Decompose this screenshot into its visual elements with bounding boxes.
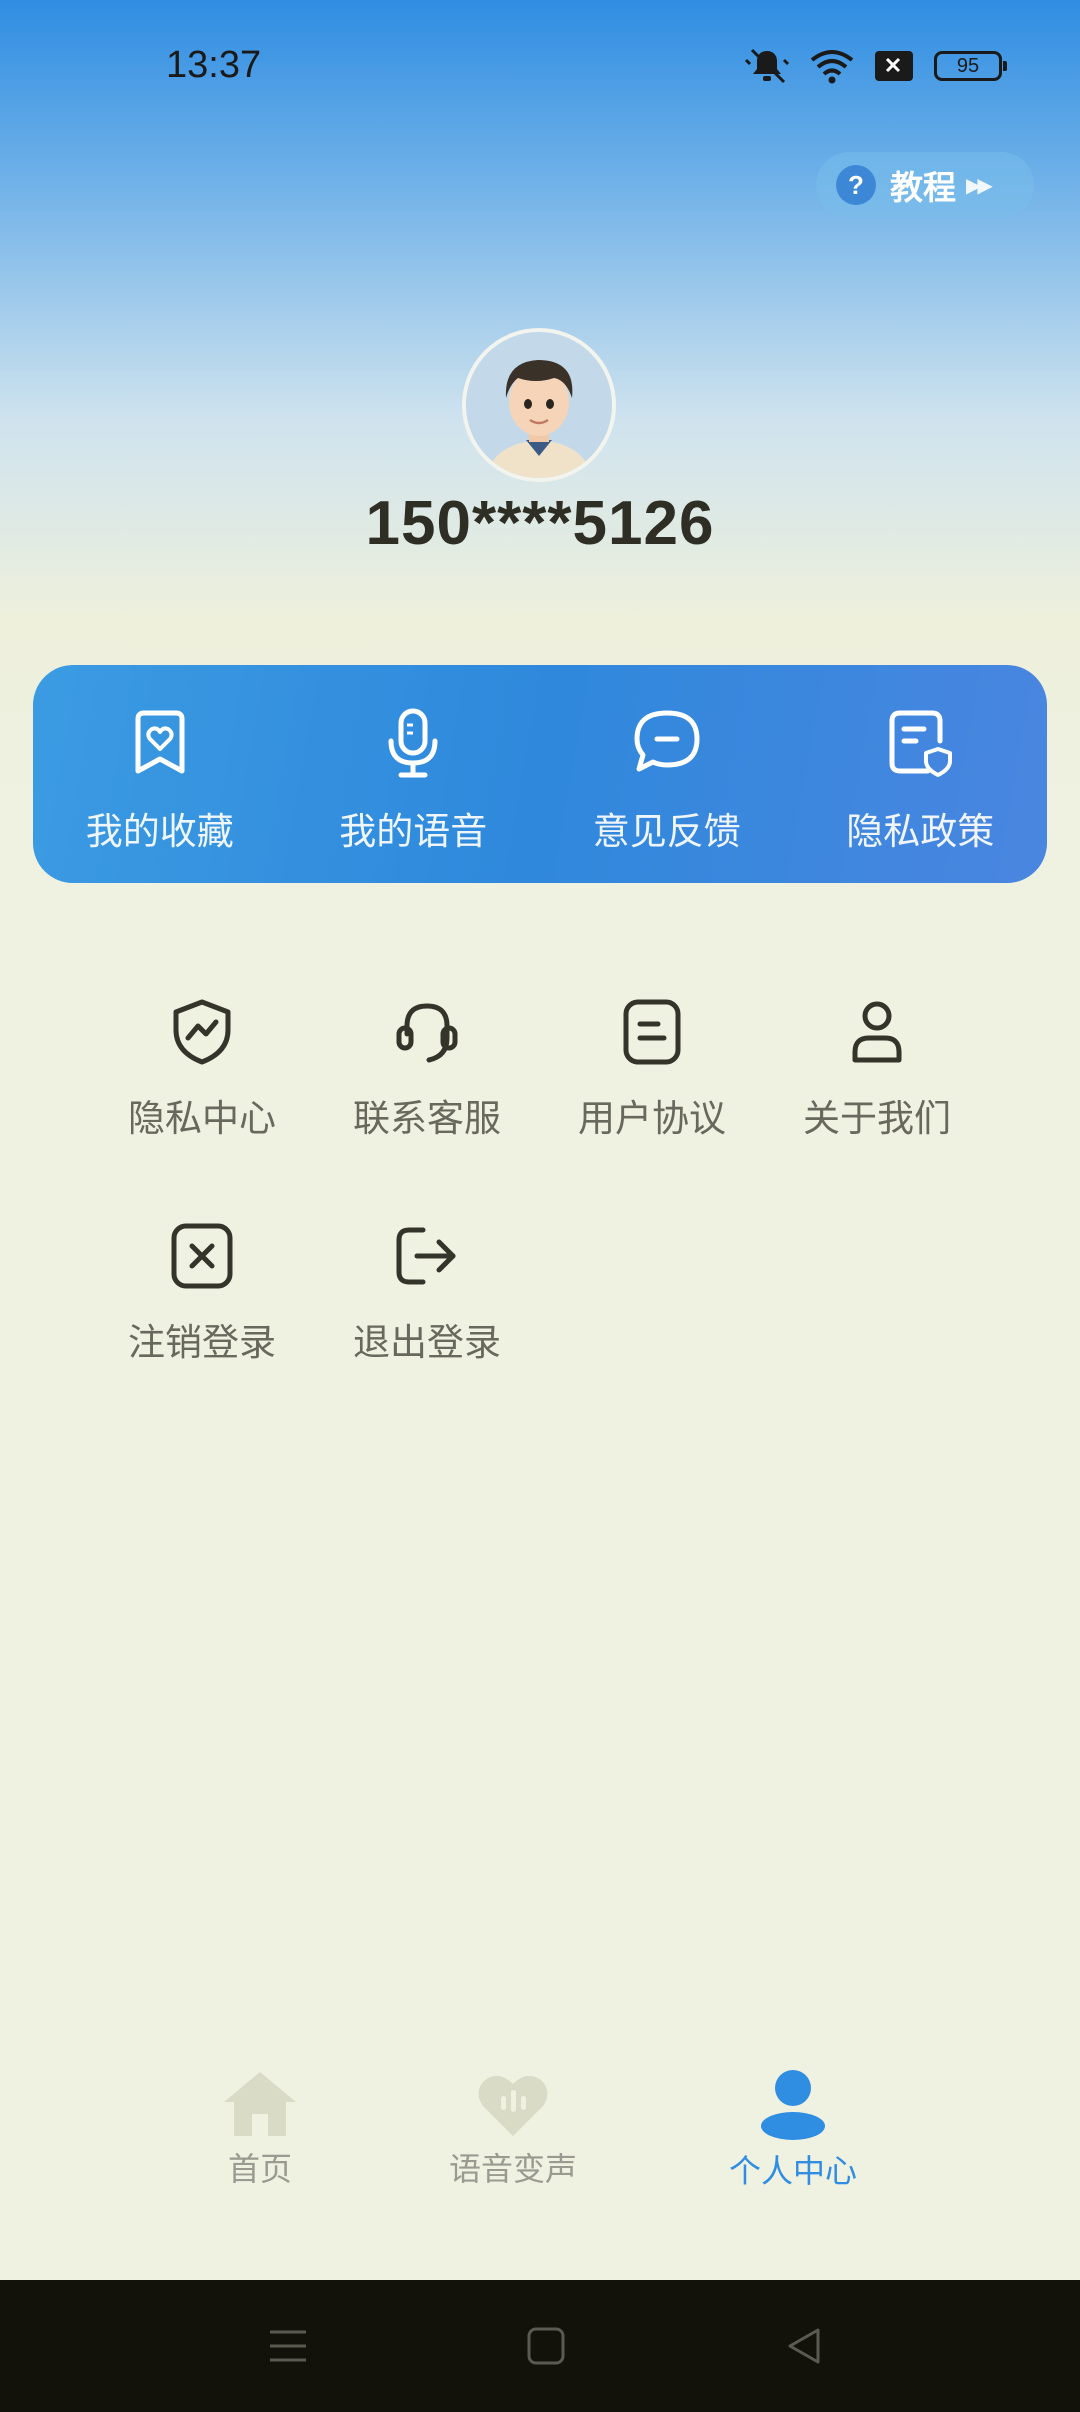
- quick-item-label: 我的语音: [339, 810, 488, 853]
- menu-item-user-agreement[interactable]: 用户协议: [540, 998, 764, 1142]
- voice-heart-icon: [478, 2075, 548, 2136]
- home-square-icon[interactable]: [526, 2326, 566, 2366]
- sim-error-icon: [875, 51, 913, 81]
- document-icon: [623, 999, 681, 1065]
- status-time: 13:37: [166, 44, 262, 86]
- menu-item-customer-service[interactable]: 联系客服: [315, 998, 539, 1142]
- wifi-icon: [810, 50, 854, 84]
- quick-item-favorites[interactable]: 我的收藏: [33, 665, 287, 883]
- microphone-icon: [388, 708, 438, 778]
- document-shield-icon: [889, 710, 953, 777]
- nav-label: 个人中心: [728, 2152, 857, 2190]
- shield-icon: [173, 999, 231, 1065]
- home-icon: [224, 2072, 296, 2136]
- system-nav-bar: [0, 2280, 1080, 2412]
- headset-icon: [396, 1003, 458, 1063]
- menu-item-logout[interactable]: 退出登录: [315, 1222, 539, 1366]
- menu-item-label: 隐私中心: [128, 1097, 276, 1140]
- menu-item-privacy-center[interactable]: 隐私中心: [90, 998, 314, 1142]
- menu-item-label: 注销登录: [128, 1321, 276, 1364]
- tutorial-label: 教程: [890, 168, 956, 207]
- menu-item-label: 联系客服: [353, 1097, 501, 1140]
- nav-item-voice-changer[interactable]: 语音变声: [413, 2070, 613, 2190]
- quick-item-feedback[interactable]: 意见反馈: [540, 665, 794, 883]
- nav-label: 首页: [227, 2150, 292, 2188]
- quick-item-label: 我的收藏: [85, 810, 234, 853]
- bottom-nav: 首页 语音变声 个人中心: [0, 2060, 1080, 2280]
- chat-bubble-icon: [634, 710, 700, 772]
- quick-actions-card: 我的收藏 我的语音 意见反馈 隐私政策: [33, 665, 1047, 883]
- menu-item-label: 关于我们: [803, 1097, 951, 1140]
- tutorial-button[interactable]: ? 教程 ▶▶: [816, 152, 1034, 218]
- avatar[interactable]: [462, 328, 616, 482]
- status-icons: 95: [744, 46, 1007, 86]
- menu-item-deactivate-account[interactable]: 注销登录: [90, 1222, 314, 1366]
- nav-label: 语音变声: [448, 2150, 577, 2188]
- mute-bell-icon: [744, 48, 790, 84]
- help-icon: ?: [836, 165, 876, 205]
- menu-icon[interactable]: [268, 2326, 308, 2366]
- close-box-icon: [171, 1223, 233, 1289]
- quick-item-label: 隐私政策: [846, 810, 995, 853]
- person-icon: [852, 1001, 902, 1063]
- menu-item-label: 用户协议: [578, 1097, 726, 1140]
- quick-item-label: 意见反馈: [592, 810, 741, 853]
- logout-icon: [396, 1227, 456, 1285]
- play-arrows-icon: ▶▶: [966, 173, 993, 197]
- menu-item-label: 退出登录: [353, 1321, 501, 1364]
- menu-item-about-us[interactable]: 关于我们: [765, 998, 989, 1142]
- nav-item-home[interactable]: 首页: [160, 2070, 360, 2190]
- bookmark-heart-icon: [135, 710, 185, 774]
- quick-item-my-voice[interactable]: 我的语音: [287, 665, 541, 883]
- battery-indicator: 95: [934, 51, 1007, 81]
- avatar-illustration: [466, 332, 612, 478]
- nav-item-personal-center[interactable]: 个人中心: [693, 2070, 893, 2192]
- phone-number: 150****5126: [365, 489, 715, 558]
- back-icon[interactable]: [784, 2326, 824, 2366]
- quick-item-privacy-policy[interactable]: 隐私政策: [794, 665, 1048, 883]
- status-bar: 13:37 95: [0, 0, 1080, 140]
- person-icon: [761, 2070, 825, 2140]
